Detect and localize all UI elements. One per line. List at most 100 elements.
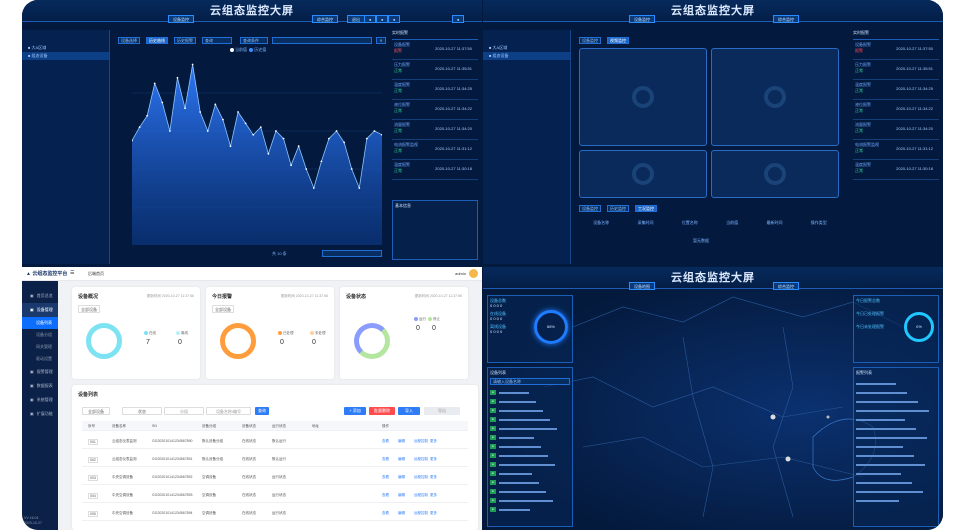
alarm-item[interactable]: 电流报警监视 正常 2020-10-27 11:31:12 [392,140,478,160]
table-row[interactable]: 001 云组态仪表监测 GG202010141234567890 默认设备分组 在线状态… [82,433,468,449]
row-op-link[interactable]: 查看 [382,439,389,444]
row-op-link[interactable]: 查看 [382,511,389,516]
alarm-item[interactable]: 电流报警监视 正常 2020-10-27 11:31:12 [853,140,939,160]
filter-status[interactable]: 状态 [122,407,162,415]
alarm-item[interactable]: 流量报警 正常 2020-10-27 11:34:20 [392,120,478,140]
sidebar-subitem[interactable]: 网关管理 [22,341,58,353]
row-op-link[interactable]: 查看 [382,493,389,498]
tab-condition-monitor[interactable]: 工况监控 [635,205,657,212]
device-row[interactable]: ● [490,424,570,433]
device-row[interactable]: ● [490,433,570,442]
row-op-link[interactable]: 远程控制 [414,457,428,462]
tool-condition[interactable]: 查询条件 [240,37,268,44]
device-row[interactable]: ● [490,505,570,514]
video-cell[interactable] [579,150,707,198]
alarm-row[interactable] [856,496,936,505]
row-op-link[interactable]: 查看 [382,475,389,480]
device-row[interactable]: ● [490,451,570,460]
time-range-input[interactable] [272,37,372,44]
alarm-row[interactable] [856,424,936,433]
header-btn-device[interactable]: 设备监控 [168,15,194,23]
alarm-item[interactable]: 设备报警 报警 2020-10-27 11:37:50 [392,40,478,60]
row-op-link[interactable]: 编辑 [398,475,405,480]
alarm-row[interactable] [856,487,936,496]
row-op-link[interactable]: 编辑 [398,493,405,498]
alarm-row[interactable] [856,433,936,442]
tab-history-monitor[interactable]: 历史监控 [607,205,629,212]
table-row[interactable]: 005 中央空调设备 GG202010141234567894 空调设备 在线状态 运行状… [82,505,468,521]
sidebar-subitem[interactable]: 设备分组 [22,329,58,341]
row-op-link[interactable]: 远程控制 [414,475,428,480]
header-icon-c[interactable]: ● [388,15,401,23]
row-op-link[interactable]: 远程控制 [414,493,428,498]
header-btn-overview[interactable]: 综合监控 [312,15,338,23]
alarm-row[interactable] [856,415,936,424]
header-btn-overview[interactable]: 综合监控 [773,282,799,290]
row-op-link[interactable]: 更多 [430,475,437,480]
device-row[interactable]: ● [490,442,570,451]
filter-all[interactable]: 全部设备 [82,407,110,415]
row-op-link[interactable]: 更多 [430,493,437,498]
alarm-item[interactable]: 温度报警 正常 2020-10-27 11:30:18 [392,160,478,180]
alarm-item[interactable]: 温度报警 正常 2020-10-27 11:34:25 [853,80,939,100]
alarm-item[interactable]: 设备报警 报警 2020-10-27 11:37:50 [853,40,939,60]
alarm-row[interactable] [856,478,936,487]
tree-item-area[interactable]: ■ 大A区域 [483,44,570,52]
alarm-row[interactable] [856,388,936,397]
alarm-row[interactable] [856,379,936,388]
header-btn-overview[interactable]: 综合监控 [773,15,799,23]
user-name[interactable]: admin [455,271,466,276]
close-icon[interactable]: ✕ [376,37,386,44]
alarm-item[interactable]: 流量报警 正常 2020-10-27 11:34:20 [853,120,939,140]
import-button[interactable]: 导入 [398,407,420,415]
sidebar-item[interactable]: ▣ 扩展功能 [22,407,58,421]
video-cell[interactable] [579,48,707,146]
table-row[interactable]: 002 云组态仪表监测 GG202010141234567891 默认设备分组 在线状态… [82,451,468,467]
header-btn-device[interactable]: 设备监控 [629,15,655,23]
alarm-row[interactable] [856,397,936,406]
alarm-row[interactable] [856,460,936,469]
row-op-link[interactable]: 编辑 [398,457,405,462]
alarm-row[interactable] [856,469,936,478]
header-icon-d[interactable]: ● [452,15,465,23]
device-row[interactable]: ● [490,388,570,397]
add-button[interactable]: + 添加 [344,407,366,415]
row-op-link[interactable]: 编辑 [398,439,405,444]
row-op-link[interactable]: 查看 [382,457,389,462]
sidebar-item[interactable]: ▣ 报警管理 [22,365,58,379]
video-cell[interactable] [711,150,839,198]
table-row[interactable]: 003 中央空调设备 GG202010141234567892 空调设备 在线状态 运行状… [82,469,468,485]
header-icon-b[interactable]: ● [376,15,389,23]
row-op-link[interactable]: 编辑 [398,511,405,516]
header-btn-map[interactable]: 设备地图 [629,282,655,290]
table-row[interactable]: 004 中央空调设备 GG202010141234567893 空调设备 在线状态 运行状… [82,487,468,503]
header-icon-a[interactable]: ● [364,15,377,23]
row-op-link[interactable]: 更多 [430,511,437,516]
sidebar-subitem[interactable]: 驱动设置 [22,353,58,365]
device-search-input[interactable]: 请输入设备名称 [490,378,570,385]
pager[interactable] [322,250,382,257]
row-op-link[interactable]: 更多 [430,457,437,462]
tree-item-device[interactable]: ■ 组态设备 [22,52,109,60]
sidebar-item[interactable]: ▣ 系统管理 [22,393,58,407]
search-input[interactable]: 设备名称/编号 [206,407,251,415]
tool-device-select[interactable]: 设备选择 [118,37,140,44]
alarm-row[interactable] [856,451,936,460]
device-row[interactable]: ● [490,415,570,424]
header-btn-exit[interactable]: 退出 [347,15,365,23]
device-row[interactable]: ● [490,487,570,496]
tree-item-area[interactable]: ■ 大A区域 [22,44,109,52]
alarm-item[interactable]: 液位报警 正常 2020-10-27 11:34:22 [853,100,939,120]
sidebar-item[interactable]: ▣ 设备管理 [22,303,58,317]
query-button[interactable]: 查询 [255,407,269,415]
sidebar-item[interactable]: ▣ 首页总览 [22,289,58,303]
menu-icon[interactable]: ☰ [70,270,74,276]
tool-history-alarm[interactable]: 历史报警 [174,37,196,44]
export-button[interactable]: 导出 [424,407,460,415]
alarm-item[interactable]: 液位报警 正常 2020-10-27 11:34:22 [392,100,478,120]
device-row[interactable]: ● [490,460,570,469]
tool-query-select[interactable]: 查询 [202,37,232,44]
alarm-item[interactable]: 压力报警 正常 2020-10-27 11:35:51 [392,60,478,80]
row-op-link[interactable]: 更多 [430,439,437,444]
page-tab[interactable]: 后端首页 [88,271,104,277]
